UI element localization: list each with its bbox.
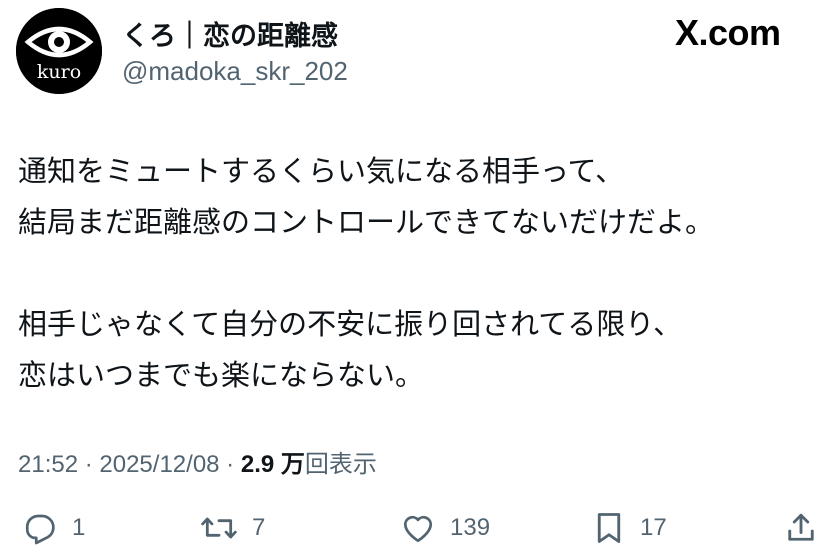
tweet-meta: 21:52 · 2025/12/08 · 2.9 万回表示 bbox=[18, 444, 377, 479]
action-bar: 1 7 139 17 bbox=[0, 508, 840, 548]
x-logo: X.com bbox=[675, 12, 781, 53]
meta-separator: · bbox=[219, 451, 241, 478]
tweet-line: 恋はいつまでも楽にならない。 bbox=[18, 358, 425, 392]
share-icon bbox=[788, 513, 814, 541]
avatar[interactable]: kuro bbox=[16, 8, 102, 94]
reply-button[interactable]: 1 bbox=[22, 508, 85, 548]
display-name[interactable]: くろ｜恋の距離感 bbox=[122, 14, 338, 53]
user-handle[interactable]: @madoka_skr_202 bbox=[122, 56, 348, 87]
tweet-date[interactable]: 2025/12/08 bbox=[99, 451, 219, 478]
reply-icon bbox=[25, 514, 55, 545]
tweet-line: 通知をミュートするくらい気になる相手って、 bbox=[18, 154, 625, 188]
retweet-count: 7 bbox=[252, 514, 266, 541]
eye-logo-icon: kuro bbox=[16, 8, 102, 94]
heart-icon bbox=[403, 515, 433, 543]
bookmark-count: 17 bbox=[640, 514, 667, 541]
like-button[interactable]: 139 bbox=[400, 508, 490, 548]
reply-count: 1 bbox=[72, 514, 86, 541]
avatar-text: kuro bbox=[37, 61, 81, 83]
bookmark-button[interactable]: 17 bbox=[592, 508, 667, 548]
like-count: 139 bbox=[450, 514, 491, 541]
views-count: 2.9 万 bbox=[240, 451, 305, 478]
bookmark-icon bbox=[597, 513, 621, 543]
retweet-icon bbox=[201, 517, 237, 539]
tweet-time[interactable]: 21:52 bbox=[18, 451, 78, 478]
retweet-button[interactable]: 7 bbox=[200, 508, 265, 548]
meta-separator: · bbox=[78, 451, 100, 478]
views-label: 回表示 bbox=[304, 451, 377, 478]
tweet-line: 相手じゃなくて自分の不安に振り回されてる限り、 bbox=[18, 307, 683, 341]
tweet-card: kuro くろ｜恋の距離感 @madoka_skr_202 X.com 通知をミ… bbox=[0, 0, 840, 545]
tweet-text: 通知をミュートするくらい気になる相手って、 結局まだ距離感のコントロールできてな… bbox=[18, 146, 828, 401]
share-button[interactable] bbox=[784, 508, 818, 548]
tweet-line: 結局まだ距離感のコントロールできてないだけだよ。 bbox=[18, 205, 715, 239]
